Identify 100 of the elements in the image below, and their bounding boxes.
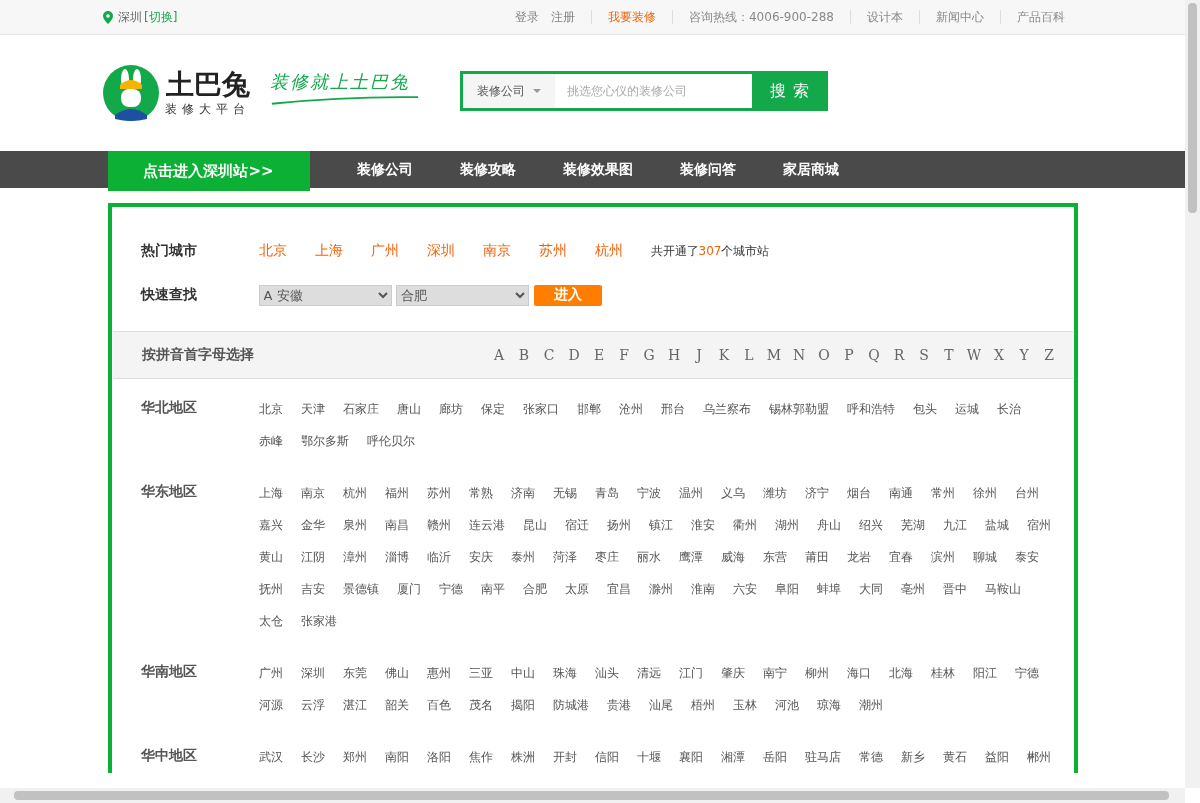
city-link[interactable]: 玉林 [732, 689, 757, 721]
letter-link[interactable]: N [791, 347, 807, 363]
city-link[interactable]: 义乌 [720, 477, 745, 509]
city-link[interactable]: 黄山 [258, 541, 283, 573]
city-link[interactable]: 泰州 [510, 541, 535, 573]
city-link[interactable]: 宿州 [1026, 509, 1051, 541]
city-link[interactable]: 淄博 [384, 541, 409, 573]
city-link[interactable]: 运城 [954, 393, 979, 425]
city-link[interactable]: 南京 [300, 477, 325, 509]
city-link[interactable]: 盐城 [984, 509, 1009, 541]
city-link[interactable]: 防城港 [552, 689, 589, 721]
city-link[interactable]: 深圳 [300, 657, 325, 689]
city-link[interactable]: 广州 [258, 657, 283, 689]
top-link[interactable]: 设计本 [867, 8, 903, 26]
city-link[interactable]: 赤峰 [258, 425, 283, 457]
letter-link[interactable]: C [541, 347, 557, 363]
city-link[interactable]: 枣庄 [594, 541, 619, 573]
letter-link[interactable]: K [716, 347, 732, 363]
city-link[interactable]: 福州 [384, 477, 409, 509]
city-link[interactable]: 阜阳 [774, 573, 799, 605]
city-link[interactable]: 滨州 [930, 541, 955, 573]
city-link[interactable]: 保定 [480, 393, 505, 425]
city-link[interactable]: 天津 [300, 393, 325, 425]
city-link[interactable]: 阳江 [972, 657, 997, 689]
city-link[interactable]: 泰安 [1014, 541, 1039, 573]
city-link[interactable]: 丽水 [636, 541, 661, 573]
city-link[interactable]: 亳州 [900, 573, 925, 605]
city-link[interactable]: 舟山 [816, 509, 841, 541]
city-link[interactable]: 淮安 [690, 509, 715, 541]
top-link[interactable]: 咨询热线：4006-900-288 [689, 8, 834, 26]
top-link[interactable]: 注册 [551, 8, 575, 26]
city-link[interactable]: 百色 [426, 689, 451, 721]
city-link[interactable]: 金华 [300, 509, 325, 541]
city-link[interactable]: 安庆 [468, 541, 493, 573]
city-link[interactable]: 厦门 [396, 573, 421, 605]
city-link[interactable]: 温州 [678, 477, 703, 509]
city-link[interactable]: 中山 [510, 657, 535, 689]
city-link[interactable]: 包头 [912, 393, 937, 425]
city-link[interactable]: 常德 [858, 741, 883, 773]
letter-link[interactable]: O [816, 347, 832, 363]
city-link[interactable]: 开封 [552, 741, 577, 773]
city-link[interactable]: 大同 [858, 573, 883, 605]
city-link[interactable]: 宿迁 [564, 509, 589, 541]
city-link[interactable]: 台州 [1014, 477, 1039, 509]
city-link[interactable]: 扬州 [606, 509, 631, 541]
city-link[interactable]: 东莞 [342, 657, 367, 689]
city-link[interactable]: 汕头 [594, 657, 619, 689]
search-field[interactable]: 挑选您心仪的装修公司 [555, 71, 752, 111]
city-link[interactable]: 驻马店 [804, 741, 841, 773]
city-link[interactable]: 淮南 [690, 573, 715, 605]
nav-link[interactable]: 家居商城 [782, 151, 839, 188]
city-link[interactable]: 南昌 [384, 509, 409, 541]
city-link[interactable]: 青岛 [594, 477, 619, 509]
city-link[interactable]: 江门 [678, 657, 703, 689]
city-link[interactable]: 景德镇 [342, 573, 379, 605]
horizontal-scrollbar[interactable] [0, 788, 1185, 803]
city-link[interactable]: 南阳 [384, 741, 409, 773]
city-link[interactable]: 九江 [942, 509, 967, 541]
top-link[interactable]: 登录 [515, 8, 539, 26]
city-link[interactable]: 肇庆 [720, 657, 745, 689]
city-link[interactable]: 长沙 [300, 741, 325, 773]
city-link[interactable]: 宜昌 [606, 573, 631, 605]
city-link[interactable]: 宁德 [438, 573, 463, 605]
city-link[interactable]: 赣州 [426, 509, 451, 541]
city-link[interactable]: 信阳 [594, 741, 619, 773]
city-link[interactable]: 济南 [510, 477, 535, 509]
city-link[interactable]: 梧州 [690, 689, 715, 721]
letter-link[interactable]: S [916, 347, 932, 363]
letter-link[interactable]: R [891, 347, 907, 363]
city-link[interactable]: 常州 [930, 477, 955, 509]
city-link[interactable]: 湖州 [774, 509, 799, 541]
city-link[interactable]: 茂名 [468, 689, 493, 721]
letter-link[interactable]: T [941, 347, 957, 363]
letter-link[interactable]: Q [866, 347, 882, 363]
city-link[interactable]: 漳州 [342, 541, 367, 573]
city-link[interactable]: 太原 [564, 573, 589, 605]
city-link[interactable]: 益阳 [984, 741, 1009, 773]
city-link[interactable]: 岳阳 [762, 741, 787, 773]
letter-link[interactable]: Y [1016, 347, 1032, 363]
city-link[interactable]: 南宁 [762, 657, 787, 689]
city-link[interactable]: 常熟 [468, 477, 493, 509]
city-link[interactable]: 鹰潭 [678, 541, 703, 573]
city-link[interactable]: 杭州 [342, 477, 367, 509]
city-link[interactable]: 潍坊 [762, 477, 787, 509]
vertical-scrollbar[interactable] [1185, 0, 1200, 788]
city-link[interactable]: 宁德 [1014, 657, 1039, 689]
city-link[interactable]: 云浮 [300, 689, 325, 721]
search-category-dropdown[interactable]: 装修公司 [460, 71, 555, 111]
city-link[interactable]: 贵港 [606, 689, 631, 721]
city-link[interactable]: 衢州 [732, 509, 757, 541]
city-link[interactable]: 三亚 [468, 657, 493, 689]
city-link[interactable]: 石家庄 [342, 393, 379, 425]
city-link[interactable]: 海口 [846, 657, 871, 689]
letter-link[interactable]: Z [1041, 347, 1057, 363]
city-link[interactable]: 郴州 [1026, 741, 1051, 773]
city-link[interactable]: 徐州 [972, 477, 997, 509]
letter-link[interactable]: W [966, 347, 982, 363]
city-link[interactable]: 襄阳 [678, 741, 703, 773]
city-link[interactable]: 长治 [996, 393, 1021, 425]
city-link[interactable]: 焦作 [468, 741, 493, 773]
